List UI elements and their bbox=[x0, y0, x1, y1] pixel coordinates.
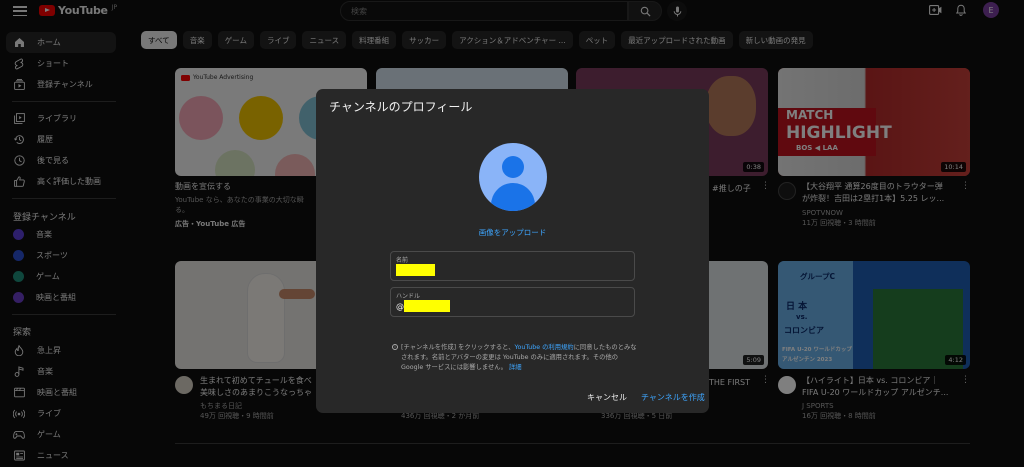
learn-more-link[interactable]: 詳細 bbox=[509, 364, 522, 371]
profile-avatar-placeholder[interactable] bbox=[479, 143, 547, 211]
handle-field-value: @ bbox=[396, 300, 450, 312]
info-icon: i bbox=[392, 344, 398, 350]
youtube-app: YouTube JP 検索 E ホーム ショート 登録 bbox=[0, 0, 1024, 467]
redacted-name bbox=[396, 264, 435, 276]
create-channel-button[interactable]: チャンネルを作成 bbox=[641, 392, 705, 403]
handle-field[interactable]: ハンドル @ bbox=[390, 287, 635, 317]
name-field-value bbox=[396, 264, 435, 276]
channel-profile-dialog: チャンネルのプロフィール 画像をアップロード 名前 ハンドル @ i [チャンネ… bbox=[316, 89, 709, 413]
dialog-title: チャンネルのプロフィール bbox=[329, 100, 473, 114]
handle-prefix: @ bbox=[396, 301, 404, 311]
name-field-label: 名前 bbox=[396, 257, 409, 264]
name-field[interactable]: 名前 bbox=[390, 251, 635, 281]
avatar-body-shape bbox=[491, 183, 535, 211]
redacted-handle bbox=[404, 300, 450, 312]
avatar-head-shape bbox=[502, 156, 524, 178]
upload-image-link[interactable]: 画像をアップロード bbox=[316, 227, 709, 238]
notice-text: [チャンネルを作成] をクリックすると、 bbox=[401, 344, 515, 351]
terms-of-service-link[interactable]: YouTube の利用規約 bbox=[515, 344, 574, 351]
terms-notice: i [チャンネルを作成] をクリックすると、YouTube の利用規約に同意した… bbox=[392, 343, 637, 373]
cancel-button[interactable]: キャンセル bbox=[587, 392, 627, 403]
handle-field-label: ハンドル bbox=[396, 293, 421, 300]
